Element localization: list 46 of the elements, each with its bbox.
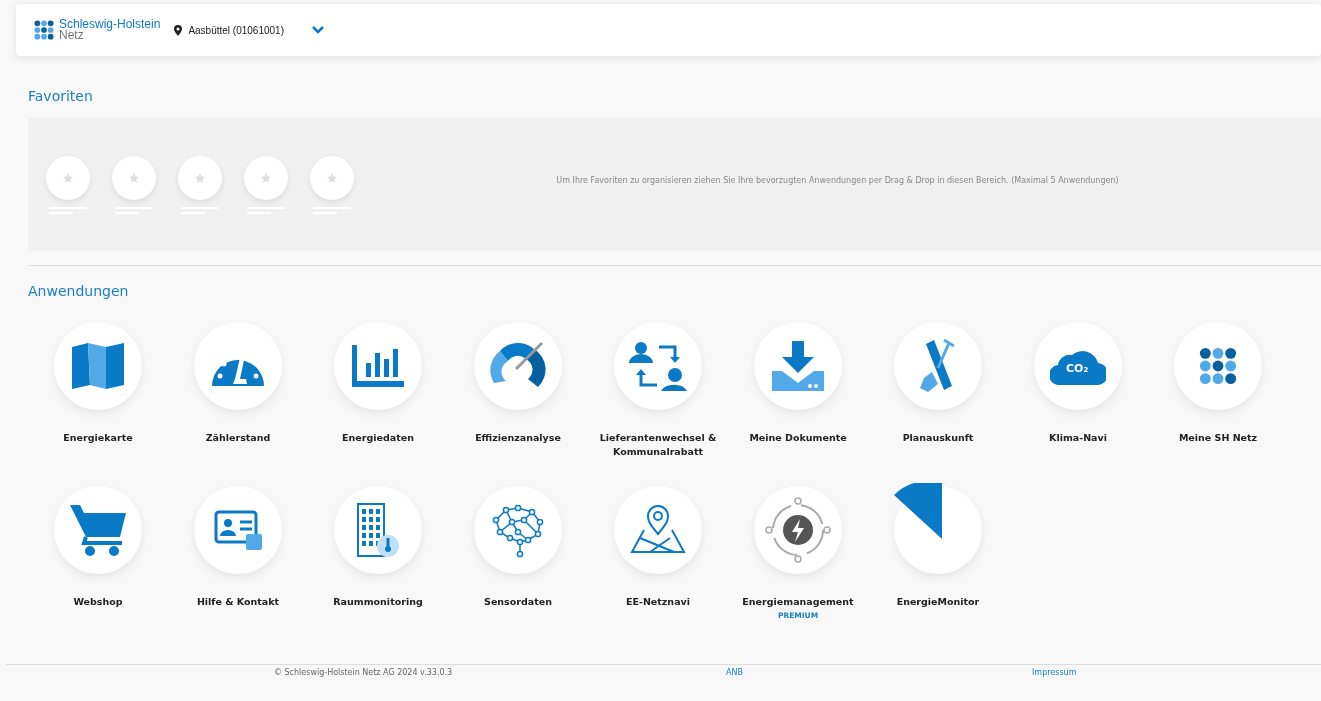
application-tile[interactable]: Effizienzanalyse — [453, 322, 583, 445]
star-icon — [195, 172, 205, 183]
application-tile[interactable]: Energiekarte — [33, 322, 163, 445]
section-title: Favoriten — [28, 88, 93, 104]
logo-text: Schleswig-Holstein — [59, 19, 161, 30]
location-dropdown-button[interactable] — [310, 24, 326, 36]
dot-grid-icon — [1199, 347, 1237, 385]
chevron-down-icon — [312, 26, 324, 34]
lightning-icon — [763, 495, 833, 565]
application-tile[interactable]: Hilfe & Kontakt — [173, 486, 303, 609]
section-title: Anwendungen — [28, 283, 129, 299]
building-icon — [356, 502, 400, 558]
star-icon — [327, 172, 337, 183]
co2-label: CO₂ — [1066, 362, 1089, 375]
map-icon — [72, 343, 124, 389]
copyright-text: © Schleswig-Holstein Netz AG 2024 v.33.0.3 — [274, 668, 453, 677]
favorites-hint: Um Ihre Favoriten zu organisieren ziehen Sie Ihre bevorzugten Anwendungen per Drag & Drop in diesen Bereich. (Maximal 5 Anwendungen) — [555, 176, 1120, 185]
shopping-cart-icon — [70, 503, 126, 557]
application-tile[interactable]: EE-Netznavi — [593, 486, 723, 609]
application-tile[interactable]: Energiedaten — [313, 322, 443, 445]
star-icon — [129, 172, 139, 183]
users-swap-icon — [629, 341, 687, 391]
bar-chart-icon — [352, 345, 404, 387]
star-icon — [63, 172, 73, 183]
logo-subtext: Netz — [59, 30, 84, 41]
application-tile[interactable]: Lieferantenwechsel & Kommunalrabatt — [593, 322, 723, 459]
network-brain-icon — [490, 502, 546, 558]
application-tile[interactable]: Raummonitoring — [313, 486, 443, 609]
pie-slice-icon — [894, 483, 942, 539]
application-tile[interactable]: Webshop — [33, 486, 163, 609]
download-icon — [772, 341, 824, 391]
application-tile[interactable]: Zählerstand — [173, 322, 303, 445]
map-pin-icon — [630, 504, 686, 556]
application-tile[interactable]: Planauskunft — [873, 322, 1003, 445]
location-text: Aasbüttel (01061001) — [188, 24, 284, 36]
application-tile[interactable]: EnergieMonitor — [873, 486, 1003, 609]
application-tile[interactable]: Sensordaten — [453, 486, 583, 609]
footer-link[interactable]: ANB — [726, 668, 743, 677]
contact-card-icon — [214, 510, 262, 550]
footer-link[interactable]: Impressum — [1032, 668, 1077, 677]
application-tile[interactable]: Meine SH Netz — [1153, 322, 1283, 445]
application-tile[interactable]: Meine Dokumente — [733, 322, 863, 445]
logo-icon — [34, 20, 54, 40]
application-tile[interactable]: CO₂ Klima-Navi — [1013, 322, 1143, 445]
location-pin-icon — [174, 24, 183, 36]
star-icon — [261, 172, 271, 183]
